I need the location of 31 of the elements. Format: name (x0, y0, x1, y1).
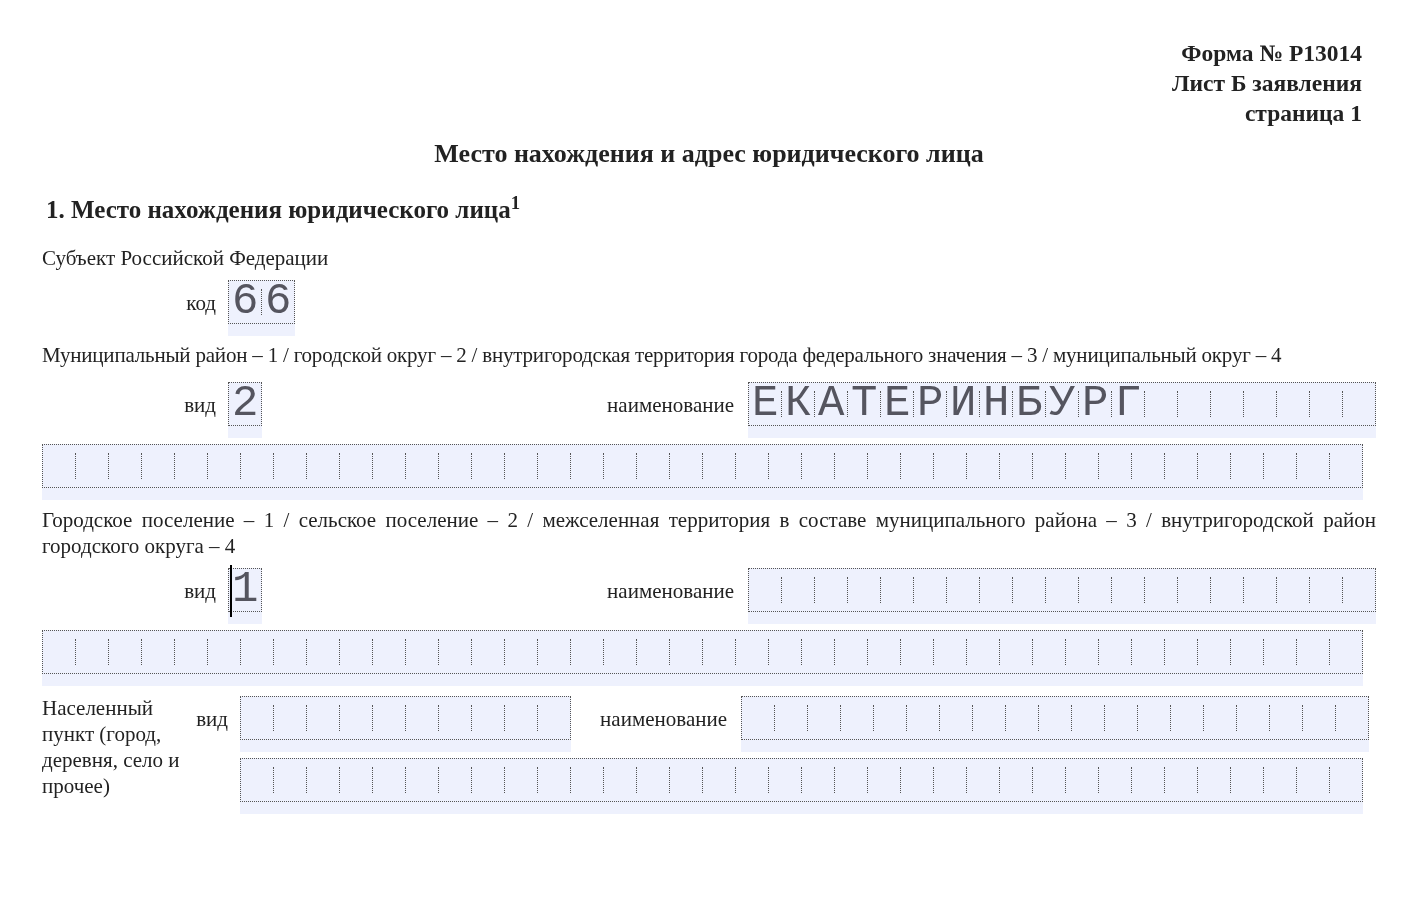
form-header-line: Лист Б заявления (1172, 69, 1362, 98)
input-field[interactable]: 66 (228, 280, 295, 336)
field-label: вид (184, 392, 216, 417)
form-header-line: Форма № Р13014 (1181, 39, 1362, 68)
field-value: 1 (232, 566, 265, 611)
field-label: Населенный пункт (город, деревня, село и прочее) (42, 695, 180, 798)
field-label: наименование (600, 705, 727, 733)
input-field[interactable] (240, 695, 571, 752)
field-label: Муниципальный район – 1 / городской округ – 2 / внутригородская территория города федерального значения – 3 / муниципальный округ – 4 (42, 343, 1282, 367)
field-label: вид (184, 578, 216, 603)
input-field[interactable]: ЕКАТЕРИНБУРГ (748, 381, 1376, 438)
form-header-line: страница 1 (1244, 99, 1362, 128)
field-value: 66 (232, 279, 298, 323)
field-label: наименование (607, 392, 734, 417)
input-field[interactable] (748, 567, 1376, 624)
text-cursor (230, 564, 232, 617)
input-field[interactable]: 1 (228, 567, 262, 624)
input-field[interactable] (741, 695, 1369, 752)
input-field[interactable] (42, 629, 1363, 686)
input-field[interactable] (240, 757, 1363, 814)
field-label: код (186, 291, 216, 315)
field-value: ЕКАТЕРИНБУРГ (752, 380, 1149, 425)
field-label: Городское поселение – 1 / сельское поселение – 2 / межселенная территория в составе муниципального района – 3 / внутригородской район городского округа – 4 (42, 507, 1376, 558)
field-value: 2 (232, 380, 265, 425)
input-field[interactable]: 2 (228, 381, 262, 438)
field-label: наименование (607, 578, 734, 603)
page-title: Место нахождения и адрес юридического лица (433, 138, 985, 170)
field-label: Субъект Российской Федерации (42, 245, 329, 270)
field-label: вид (196, 706, 228, 731)
input-field[interactable] (42, 443, 1363, 500)
section-heading: 1. Место нахождения юридического лица$^{1}$ (46, 191, 522, 225)
